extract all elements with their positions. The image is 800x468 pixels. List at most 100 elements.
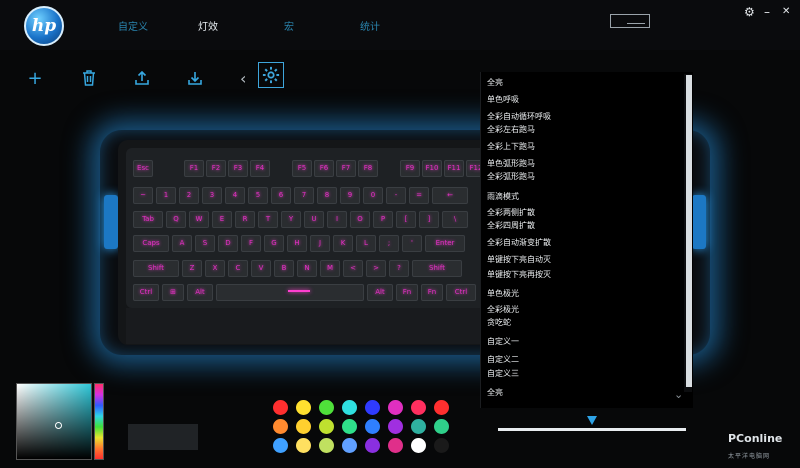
keyboard-key[interactable]: > bbox=[366, 260, 386, 277]
effect-option[interactable]: 雨滴模式 bbox=[487, 191, 519, 202]
keyboard-key[interactable]: M bbox=[320, 260, 340, 277]
delete-icon[interactable] bbox=[80, 70, 98, 88]
keyboard-key[interactable]: - bbox=[386, 187, 406, 204]
keyboard-key[interactable]: Esc bbox=[133, 160, 153, 177]
keyboard-key[interactable]: F10 bbox=[422, 160, 442, 177]
add-icon[interactable]: + bbox=[26, 70, 44, 88]
tab-statistics[interactable]: 统计 bbox=[360, 18, 380, 33]
effect-option[interactable]: 全彩自动渐变扩散 bbox=[487, 237, 551, 248]
minimize-icon[interactable]: – bbox=[764, 5, 770, 19]
settings-icon[interactable]: ⚙ bbox=[744, 5, 755, 19]
color-swatch[interactable] bbox=[273, 438, 288, 453]
keyboard-key[interactable]: N bbox=[297, 260, 317, 277]
color-swatch[interactable] bbox=[296, 419, 311, 434]
color-swatch[interactable] bbox=[388, 438, 403, 453]
import-icon[interactable] bbox=[186, 70, 204, 88]
color-swatch[interactable] bbox=[434, 400, 449, 415]
keyboard-key[interactable]: R bbox=[235, 211, 255, 228]
effect-option[interactable]: 全亮 bbox=[487, 387, 503, 398]
effect-option[interactable]: 全彩弧形跑马 bbox=[487, 171, 535, 182]
close-icon[interactable]: ✕ bbox=[782, 5, 790, 19]
keyboard-key[interactable]: F7 bbox=[336, 160, 356, 177]
effect-option[interactable]: 单色弧形跑马 bbox=[487, 158, 535, 169]
keyboard-key[interactable]: O bbox=[350, 211, 370, 228]
color-swatch[interactable] bbox=[411, 400, 426, 415]
keyboard-key[interactable]: \ bbox=[442, 211, 468, 228]
keyboard-key[interactable]: ] bbox=[419, 211, 439, 228]
keyboard-key[interactable]: 1 bbox=[156, 187, 176, 204]
keyboard-key[interactable]: Ctrl bbox=[446, 284, 476, 301]
color-swatch[interactable] bbox=[411, 419, 426, 434]
keyboard-key[interactable]: J bbox=[310, 235, 330, 252]
keyboard-key[interactable] bbox=[216, 284, 364, 301]
keyboard-key[interactable]: A bbox=[172, 235, 192, 252]
color-swatch[interactable] bbox=[365, 400, 380, 415]
keyboard-key[interactable]: [ bbox=[396, 211, 416, 228]
keyboard-key[interactable]: Alt bbox=[367, 284, 393, 301]
keyboard-key[interactable]: U bbox=[304, 211, 324, 228]
color-swatch[interactable] bbox=[411, 438, 426, 453]
lighting-settings-button[interactable] bbox=[258, 62, 284, 88]
keyboard-key[interactable]: Q bbox=[166, 211, 186, 228]
tab-macro[interactable]: 宏 bbox=[284, 18, 294, 33]
color-swatch[interactable] bbox=[319, 438, 334, 453]
keyboard-key[interactable]: Alt bbox=[187, 284, 213, 301]
keyboard-key[interactable]: B bbox=[274, 260, 294, 277]
color-swatch[interactable] bbox=[365, 438, 380, 453]
speed-slider-thumb[interactable] bbox=[587, 416, 597, 425]
effect-option[interactable]: 贪吃蛇 bbox=[487, 317, 511, 328]
keyboard-key[interactable]: F1 bbox=[184, 160, 204, 177]
keyboard-key[interactable]: F9 bbox=[400, 160, 420, 177]
keyboard-key[interactable]: 6 bbox=[271, 187, 291, 204]
keyboard-key[interactable]: Shift bbox=[133, 260, 179, 277]
keyboard-key[interactable]: L bbox=[356, 235, 376, 252]
color-swatch[interactable] bbox=[319, 419, 334, 434]
keyboard-key[interactable]: F5 bbox=[292, 160, 312, 177]
effect-option[interactable]: 全彩自动循环呼吸 bbox=[487, 111, 551, 122]
keyboard-key[interactable]: 7 bbox=[294, 187, 314, 204]
keyboard-key[interactable]: F2 bbox=[206, 160, 226, 177]
keyboard-key[interactable]: Enter bbox=[425, 235, 465, 252]
effect-option[interactable]: 单键按下亮再按灭 bbox=[487, 269, 551, 280]
keyboard-key[interactable]: < bbox=[343, 260, 363, 277]
effect-option[interactable]: 自定义二 bbox=[487, 354, 519, 365]
keyboard-key[interactable]: 3 bbox=[202, 187, 222, 204]
keyboard-key[interactable]: W bbox=[189, 211, 209, 228]
effect-option[interactable]: 单键按下亮自动灭 bbox=[487, 254, 551, 265]
tab-custom[interactable]: 自定义 bbox=[118, 18, 148, 33]
effect-option[interactable]: 全彩极光 bbox=[487, 304, 519, 315]
keyboard-key[interactable]: K bbox=[333, 235, 353, 252]
effect-option[interactable]: 单色呼吸 bbox=[487, 94, 519, 105]
keyboard-key[interactable]: D bbox=[218, 235, 238, 252]
effect-option[interactable]: 全彩上下跑马 bbox=[487, 141, 535, 152]
keyboard-key[interactable]: ? bbox=[389, 260, 409, 277]
effects-scrollbar-thumb[interactable] bbox=[686, 75, 692, 387]
effect-option[interactable]: 全亮 bbox=[487, 77, 503, 88]
keyboard-key[interactable]: 5 bbox=[248, 187, 268, 204]
effect-option[interactable]: 全彩四周扩散 bbox=[487, 220, 535, 231]
color-swatch[interactable] bbox=[388, 400, 403, 415]
color-swatch[interactable] bbox=[342, 419, 357, 434]
color-swatch[interactable] bbox=[434, 438, 449, 453]
color-swatch[interactable] bbox=[273, 400, 288, 415]
keyboard-key[interactable]: Ctrl bbox=[133, 284, 159, 301]
keyboard-key[interactable]: Fn bbox=[396, 284, 418, 301]
keyboard-key[interactable]: H bbox=[287, 235, 307, 252]
tab-lighting[interactable]: 灯效 bbox=[198, 18, 218, 33]
keyboard-key[interactable]: 8 bbox=[317, 187, 337, 204]
keyboard-key[interactable]: ; bbox=[379, 235, 399, 252]
effect-option[interactable]: 自定义一 bbox=[487, 336, 519, 347]
keyboard-key[interactable]: Caps bbox=[133, 235, 169, 252]
keyboard-key[interactable]: F3 bbox=[228, 160, 248, 177]
color-picker-area[interactable] bbox=[16, 383, 92, 460]
effect-option[interactable]: 自定义三 bbox=[487, 368, 519, 379]
keyboard-key[interactable]: G bbox=[264, 235, 284, 252]
keyboard-key[interactable]: F4 bbox=[250, 160, 270, 177]
color-swatch[interactable] bbox=[342, 438, 357, 453]
keyboard-key[interactable]: Fn bbox=[421, 284, 443, 301]
keyboard-key[interactable]: 0 bbox=[363, 187, 383, 204]
color-swatch[interactable] bbox=[296, 400, 311, 415]
keyboard-key[interactable]: P bbox=[373, 211, 393, 228]
keyboard-key[interactable]: 2 bbox=[179, 187, 199, 204]
keyboard-key[interactable]: ⊞ bbox=[162, 284, 184, 301]
